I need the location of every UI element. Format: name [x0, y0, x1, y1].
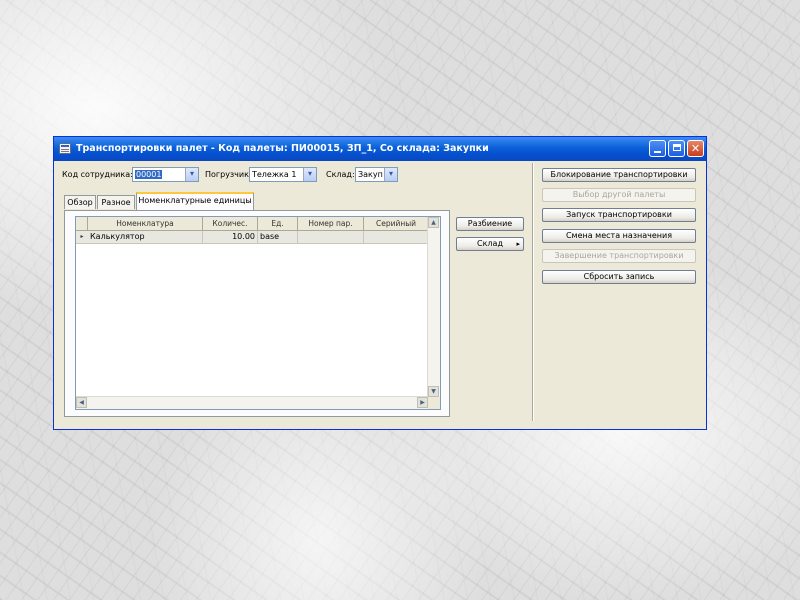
tab-overview[interactable]: Обзор [64, 195, 96, 209]
loader-value[interactable]: Тележка 1 [252, 170, 296, 179]
vertical-scrollbar[interactable]: ▲ ▼ [427, 217, 440, 397]
warehouse-label: Склад: [326, 170, 355, 179]
dropdown-arrow-icon[interactable]: ▾ [384, 168, 397, 181]
finish-transport-button[interactable]: Завершение транспортировки [542, 249, 696, 263]
items-grid[interactable]: Номенклатура Количес. Ед. Номер пар. Сер… [75, 216, 441, 410]
column-header-unit[interactable]: Ед. [258, 217, 298, 230]
minimize-button[interactable] [649, 140, 666, 157]
scrollbar-corner [428, 397, 440, 409]
warehouse-button[interactable]: Склад ▸ [456, 237, 524, 251]
window-title: Транспортировки палет - Код палеты: ПИ00… [76, 143, 489, 154]
scroll-up-icon[interactable]: ▲ [428, 217, 439, 228]
minimize-icon [654, 151, 661, 153]
cell-lot[interactable] [298, 231, 364, 243]
side-divider [532, 163, 533, 421]
column-header-item[interactable]: Номенклатура [88, 217, 203, 230]
split-button[interactable]: Разбиение [456, 217, 524, 231]
maximize-icon [672, 144, 681, 151]
cell-unit[interactable]: base [258, 231, 298, 243]
change-destination-button[interactable]: Смена места назначения [542, 229, 696, 243]
cell-qty[interactable]: 10.00 [203, 231, 258, 243]
window-titlebar[interactable]: Транспортировки палет - Код палеты: ПИ00… [54, 137, 706, 161]
tab-panel-items: Номенклатура Количес. Ед. Номер пар. Сер… [64, 210, 450, 417]
loader-label: Погрузчик: [205, 170, 252, 179]
grid-header: Номенклатура Количес. Ед. Номер пар. Сер… [76, 217, 429, 231]
close-icon: ✕ [690, 142, 701, 155]
cell-serial[interactable] [364, 231, 429, 243]
warehouse-button-label: Склад [477, 239, 503, 248]
scroll-right-icon[interactable]: ▶ [417, 397, 428, 408]
warehouse-value[interactable]: Закуп [358, 170, 383, 179]
dropdown-arrow-icon[interactable]: ▾ [303, 168, 316, 181]
choose-other-pallet-button[interactable]: Выбор другой палеты [542, 188, 696, 202]
warehouse-combo[interactable]: Закуп ▾ [355, 167, 398, 182]
scroll-down-icon[interactable]: ▼ [428, 386, 439, 397]
employee-code-value[interactable]: 00001 [135, 170, 163, 179]
scroll-left-icon[interactable]: ◀ [76, 397, 87, 408]
horizontal-scrollbar[interactable]: ◀ ▶ [76, 396, 428, 409]
employee-code-combo[interactable]: 00001 ▾ [132, 167, 199, 182]
grid-header-marker [76, 217, 88, 230]
tab-items[interactable]: Номенклатурные единицы [136, 192, 254, 210]
loader-combo[interactable]: Тележка 1 ▾ [249, 167, 317, 182]
column-header-qty[interactable]: Количес. [203, 217, 258, 230]
column-header-lot[interactable]: Номер пар. [298, 217, 364, 230]
block-transport-button[interactable]: Блокирование транспортировки [542, 168, 696, 182]
transport-window: Транспортировки палет - Код палеты: ПИ00… [53, 136, 707, 430]
table-row[interactable]: ▸ Калькулятор 10.00 base [76, 231, 429, 244]
maximize-button[interactable] [668, 140, 685, 157]
employee-code-label: Код сотрудника: [62, 170, 133, 179]
tab-misc[interactable]: Разное [97, 195, 135, 209]
reset-record-button[interactable]: Сбросить запись [542, 270, 696, 284]
close-button[interactable]: ✕ [687, 140, 704, 157]
row-pointer-icon: ▸ [80, 233, 84, 240]
start-transport-button[interactable]: Запуск транспортировки [542, 208, 696, 222]
dropdown-arrow-icon[interactable]: ▾ [185, 168, 198, 181]
app-icon [59, 143, 71, 154]
cell-item[interactable]: Калькулятор [88, 231, 203, 243]
column-header-serial[interactable]: Серийный [364, 217, 429, 230]
submenu-arrow-icon: ▸ [516, 240, 520, 248]
